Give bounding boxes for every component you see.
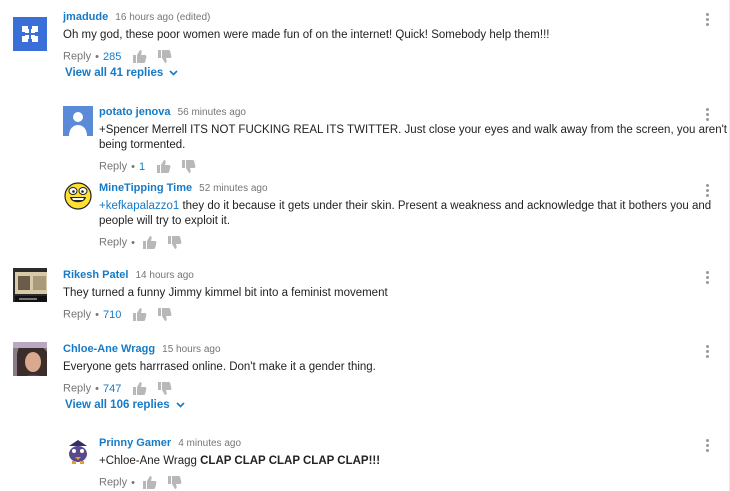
more-options-icon[interactable]	[706, 271, 710, 286]
thumbs-down-icon[interactable]	[157, 49, 172, 64]
separator-dot: •	[131, 160, 135, 173]
reply-button[interactable]: Reply	[63, 51, 91, 63]
separator-dot: •	[95, 50, 99, 63]
like-count: 710	[102, 308, 122, 321]
thumbs-up-icon[interactable]	[132, 307, 147, 322]
like-count: 1	[138, 160, 146, 173]
comment-time[interactable]: 14 hours ago	[135, 270, 193, 281]
comment-author[interactable]: Chloe-Ane Wragg	[63, 343, 155, 355]
reply-button[interactable]: Reply	[99, 161, 127, 173]
separator-dot: •	[95, 382, 99, 395]
view-all-replies-link[interactable]: View all 106 replies	[65, 399, 185, 411]
comment-text: +kefkapalazzo1 they do it because it get…	[99, 200, 712, 227]
comment-author[interactable]: MineTipping Time	[99, 182, 192, 194]
separator-dot: •	[131, 236, 135, 249]
more-options-icon[interactable]	[706, 13, 710, 28]
comment-time[interactable]: 56 minutes ago	[178, 107, 246, 118]
comment-text: +Chloe-Ane Wragg CLAP CLAP CLAP CLAP CLA…	[99, 455, 381, 467]
more-options-icon[interactable]	[706, 439, 710, 454]
avatar[interactable]	[63, 106, 93, 136]
more-options-icon[interactable]	[706, 108, 710, 123]
comment-author[interactable]: jmadude	[63, 11, 108, 23]
thumbs-down-icon[interactable]	[157, 307, 172, 322]
thumbs-up-icon[interactable]	[142, 475, 157, 490]
avatar[interactable]	[13, 17, 47, 51]
avatar[interactable]	[63, 181, 93, 211]
like-count: 285	[102, 50, 122, 63]
avatar[interactable]	[63, 436, 93, 466]
comment-time[interactable]: 4 minutes ago	[178, 438, 241, 449]
reply-button[interactable]: Reply	[63, 309, 91, 321]
thumbs-down-icon[interactable]	[181, 159, 196, 174]
comment-author[interactable]: Rikesh Patel	[63, 269, 128, 281]
like-count: 747	[102, 382, 122, 395]
mention-link[interactable]: +kefkapalazzo1	[99, 200, 179, 212]
thumbs-down-icon[interactable]	[167, 475, 182, 490]
comment-text: Everyone gets harrrased online. Don't ma…	[63, 361, 376, 373]
thumbs-down-icon[interactable]	[167, 235, 182, 250]
comment-time[interactable]: 15 hours ago	[162, 344, 220, 355]
reply-button[interactable]: Reply	[99, 477, 127, 489]
comment-text: Oh my god, these poor women were made fu…	[63, 29, 550, 41]
thumbs-up-icon[interactable]	[142, 235, 157, 250]
more-options-icon[interactable]	[706, 345, 710, 360]
reply-button[interactable]: Reply	[99, 237, 127, 249]
chevron-down-icon	[176, 402, 185, 408]
view-all-replies-link[interactable]: View all 41 replies	[65, 67, 179, 79]
avatar[interactable]	[13, 268, 47, 302]
reply-button[interactable]: Reply	[63, 383, 91, 395]
comment-time[interactable]: 52 minutes ago	[199, 183, 267, 194]
comment-text: They turned a funny Jimmy kimmel bit int…	[63, 287, 388, 299]
separator-dot: •	[131, 476, 135, 489]
thumbs-up-icon[interactable]	[132, 381, 147, 396]
thumbs-up-icon[interactable]	[132, 49, 147, 64]
more-options-icon[interactable]	[706, 184, 710, 199]
thumbs-up-icon[interactable]	[156, 159, 171, 174]
thumbs-down-icon[interactable]	[157, 381, 172, 396]
comment-author[interactable]: potato jenova	[99, 106, 171, 118]
comment-author[interactable]: Prinny Gamer	[99, 437, 171, 449]
chevron-down-icon	[169, 70, 179, 76]
separator-dot: •	[95, 308, 99, 321]
avatar[interactable]	[13, 342, 47, 376]
comment-text: +Spencer Merrell ITS NOT FUCKING REAL IT…	[99, 124, 727, 151]
comment-time[interactable]: 16 hours ago (edited)	[115, 12, 210, 23]
